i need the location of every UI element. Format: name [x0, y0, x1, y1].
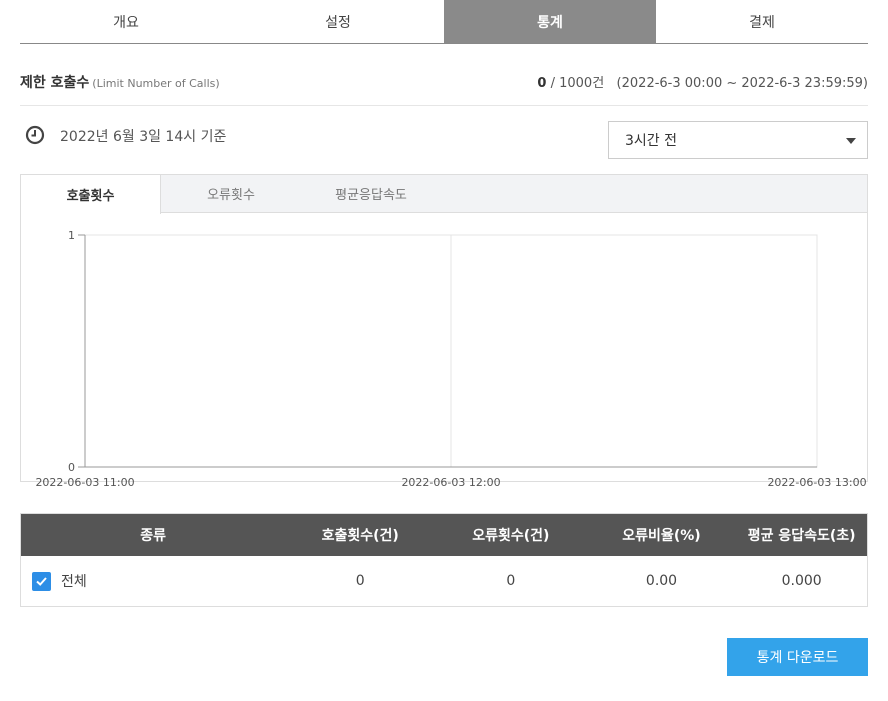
limit-subtitle: (Limit Number of Calls) — [92, 77, 220, 90]
chart-tab-calls[interactable]: 호출횟수 — [21, 175, 161, 214]
row-type-label: 전체 — [61, 574, 87, 590]
table-header: 종류 호출횟수(건) 오류횟수(건) 오류비율(%) 평균 응답속도(초) — [21, 514, 867, 556]
cell-avg-speed: 0.000 — [781, 573, 822, 589]
header-calls: 호출횟수(건) — [321, 528, 399, 544]
chart-tab-errors[interactable]: 오류횟수 — [161, 175, 301, 212]
table-row: 전체 0 0 0.00 0.000 — [21, 556, 867, 606]
top-tab-bar: 개요 설정 통계 결제 — [20, 0, 868, 44]
check-icon — [36, 576, 47, 586]
period-select[interactable]: 3시간 전 — [608, 121, 868, 159]
tab-statistics[interactable]: 통계 — [444, 0, 656, 43]
chart-tab-bar: 호출횟수 오류횟수 평균응답속도 — [21, 175, 867, 214]
cell-type: 전체 — [21, 556, 285, 606]
limit-title: 제한 호출수 — [20, 75, 90, 91]
header-error-rate: 오류비율(%) — [622, 528, 701, 544]
cell-errors: 0 — [506, 573, 516, 589]
tab-payment[interactable]: 결제 — [656, 0, 868, 43]
chart-panel: 호출횟수 오류횟수 평균응답속도 — [20, 174, 868, 482]
limit-value: 0 / 1000건 (2022-6-3 00:00 ~ 2022-6-3 23:… — [537, 72, 868, 91]
checkbox-all[interactable] — [32, 571, 51, 591]
limit-title-group: 제한 호출수 (Limit Number of Calls) — [20, 72, 220, 92]
stats-table: 종류 호출횟수(건) 오류횟수(건) 오류비율(%) 평균 응답속도(초) 전체… — [20, 513, 868, 607]
header-type: 종류 — [140, 528, 167, 544]
header-errors: 오류횟수(건) — [472, 528, 550, 544]
cell-calls: 0 — [355, 573, 365, 589]
tab-overview[interactable]: 개요 — [20, 0, 232, 43]
cell-error-rate: 0.00 — [645, 573, 678, 589]
limit-row: 제한 호출수 (Limit Number of Calls) 0 / 1000건 … — [20, 72, 868, 106]
limit-total-period: / 1000건 (2022-6-3 00:00 ~ 2022-6-3 23:59… — [546, 76, 868, 91]
base-time-text: 2022년 6월 3일 14시 기준 — [60, 129, 227, 145]
clock-icon — [25, 125, 45, 145]
tab-settings[interactable]: 설정 — [232, 0, 444, 43]
download-stats-button[interactable]: 통계 다운로드 — [727, 638, 868, 676]
chevron-down-icon — [846, 138, 856, 144]
period-select-value: 3시간 전 — [625, 133, 677, 149]
header-avg-speed: 평균 응답속도(초) — [747, 528, 856, 544]
chart-tab-response-speed[interactable]: 평균응답속도 — [301, 175, 441, 212]
